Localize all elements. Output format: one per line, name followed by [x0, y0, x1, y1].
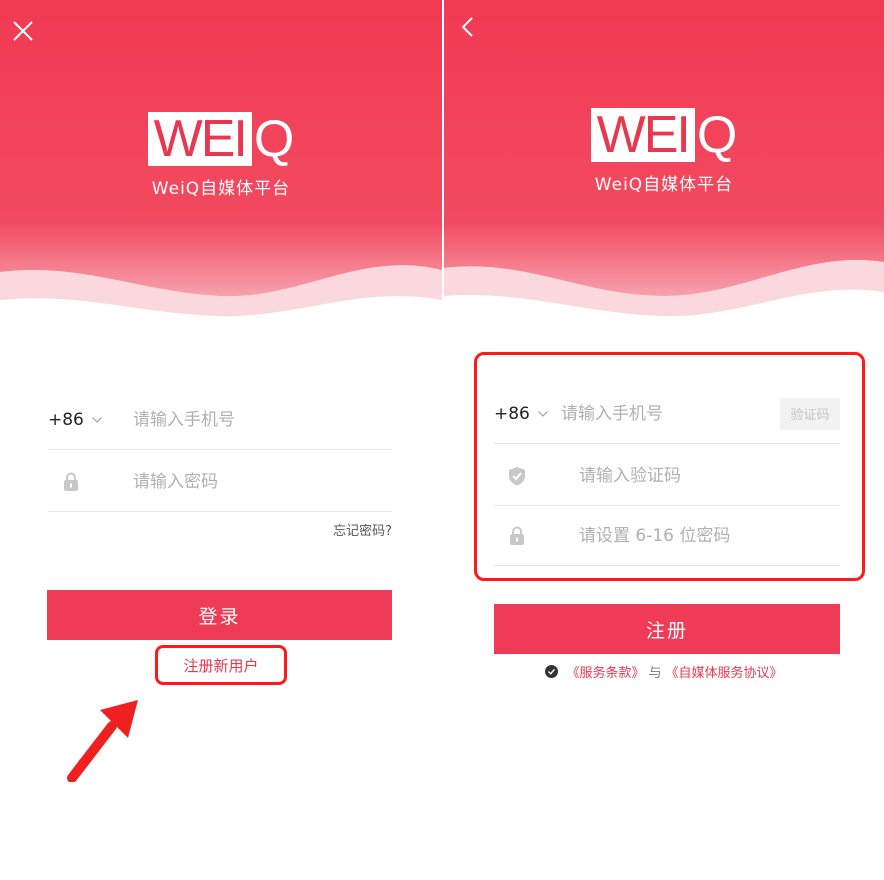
- login-button[interactable]: 登录: [47, 590, 392, 640]
- logo-mark-q: Q: [253, 110, 295, 168]
- app-logo: WEI Q WeiQ自媒体平台: [444, 106, 884, 195]
- phone-input[interactable]: [133, 409, 392, 430]
- password-row: [48, 452, 392, 512]
- terms-agreement: 《服务条款》 与 《自媒体服务协议》: [444, 662, 884, 681]
- lock-icon: [494, 525, 579, 547]
- register-new-user-link[interactable]: 注册新用户: [155, 645, 287, 685]
- check-icon: [548, 668, 556, 675]
- forgot-password-link[interactable]: 忘记密码?: [333, 520, 392, 539]
- logo-subtitle: WeiQ自媒体平台: [151, 179, 291, 199]
- phone-row: +86 验证码: [494, 384, 840, 444]
- country-code-select[interactable]: +86: [48, 410, 133, 430]
- logo-subtitle: WeiQ自媒体平台: [594, 175, 734, 195]
- phone-input[interactable]: [561, 403, 781, 424]
- chevron-left-icon[interactable]: [456, 14, 482, 40]
- logo-mark: WEI: [590, 108, 695, 162]
- register-screen: WEI Q WeiQ自媒体平台 +86 验证码 注册 《服务条款》 与 《自媒体…: [444, 0, 884, 880]
- code-row: [494, 446, 840, 506]
- send-code-button[interactable]: 验证码: [780, 397, 840, 430]
- password-input[interactable]: [133, 471, 392, 492]
- set-password-input[interactable]: [579, 525, 840, 546]
- terms-of-service-link[interactable]: 《服务条款》: [566, 662, 644, 681]
- arrow-annotation-icon: [67, 700, 138, 782]
- lock-icon: [48, 471, 133, 493]
- verification-code-input[interactable]: [579, 465, 840, 486]
- close-icon[interactable]: [10, 18, 36, 44]
- password-row: [494, 506, 840, 566]
- media-service-agreement-link[interactable]: 《自媒体服务协议》: [666, 662, 783, 681]
- agree-checkbox[interactable]: [545, 665, 559, 678]
- chevron-down-icon: [92, 416, 102, 423]
- country-code-select[interactable]: +86: [494, 404, 561, 424]
- login-screen: WEI Q WeiQ自媒体平台 +86 忘记密码? 登录 注册新用户: [0, 0, 442, 880]
- chevron-down-icon: [538, 410, 548, 417]
- app-logo: WEI Q WeiQ自媒体平台: [0, 110, 442, 199]
- shield-icon: [494, 465, 579, 487]
- terms-and-text: 与: [648, 666, 662, 681]
- logo-mark-q: Q: [696, 106, 738, 164]
- register-button[interactable]: 注册: [494, 604, 840, 654]
- phone-row: +86: [48, 390, 392, 450]
- logo-mark: WEI: [147, 112, 252, 166]
